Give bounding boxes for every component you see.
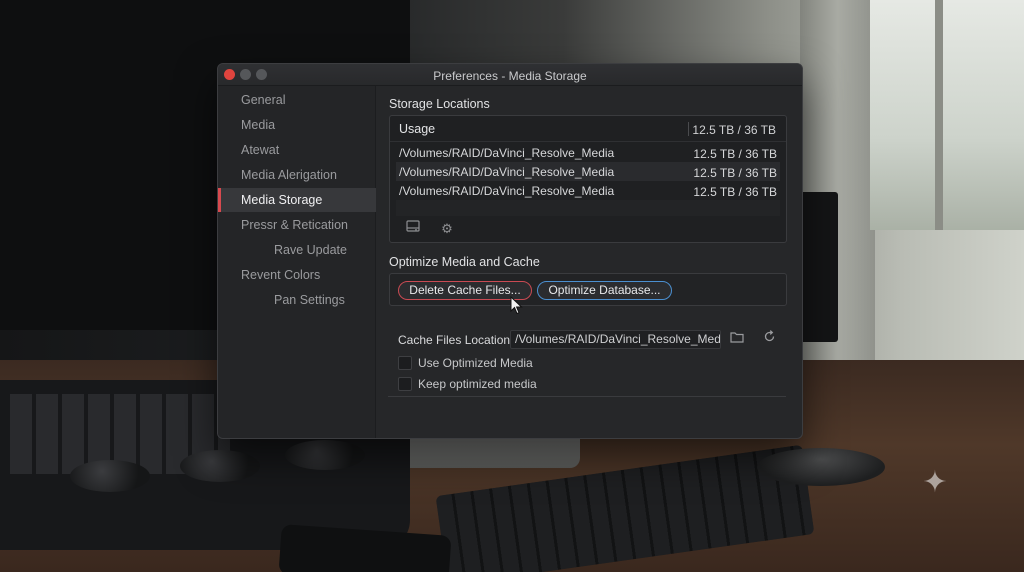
storage-locations-title: Storage Locations [389, 97, 490, 111]
sidebar-item-pressr-retication[interactable]: Pressr & Retication [218, 213, 376, 237]
window-title: Preferences - Media Storage [433, 69, 587, 83]
gear-icon[interactable]: ⚙ [438, 220, 456, 238]
sidebar-item-revent-colors[interactable]: Revent Colors [218, 263, 376, 287]
controller-dial [180, 450, 260, 482]
divider [388, 396, 786, 397]
background-window [870, 0, 1024, 230]
sparkle-icon: ✦ [922, 466, 948, 499]
title-bar[interactable]: Preferences - Media Storage [218, 64, 802, 86]
background-speaker [800, 192, 838, 342]
storage-row[interactable]: /Volumes/RAID/DaVinci_Resolve_Media 12.5… [396, 143, 780, 162]
main-panel: Storage Locations Usage 12.5 TB / 36 TB … [388, 86, 792, 438]
background-mouse [757, 448, 885, 486]
use-optimized-label: Use Optimized Media [418, 356, 533, 370]
optimize-panel: Delete Cache Files... Optimize Database.… [389, 273, 787, 315]
mouse-cursor-icon [510, 296, 523, 315]
controller-dial [285, 440, 365, 470]
sidebar-item-atewat[interactable]: Atewat [218, 138, 376, 162]
sidebar-item-general[interactable]: General [218, 88, 376, 112]
background-window-frame [935, 0, 943, 230]
controller-dial [70, 460, 150, 492]
sidebar-item-media-alerigation[interactable]: Media Alerigation [218, 163, 376, 187]
sidebar-item-media[interactable]: Media [218, 113, 376, 137]
storage-usage: 12.5 TB / 36 TB [693, 166, 777, 180]
storage-row[interactable]: /Volumes/RAID/DaVinci_Resolve_Media 12.5… [396, 181, 780, 200]
storage-list-header: Usage 12.5 TB / 36 TB [390, 116, 786, 142]
sidebar-item-pan-settings[interactable]: Pan Settings [218, 288, 376, 312]
storage-row[interactable]: /Volumes/RAID/DaVinci_Resolve_Media 12.5… [396, 162, 780, 181]
cache-location-field[interactable]: /Volumes/RAID/DaVinci_Resolve_Media [510, 330, 721, 349]
keep-optimized-checkbox[interactable] [398, 377, 412, 391]
keep-optimized-label: Keep optimized media [418, 377, 537, 391]
storage-path: /Volumes/RAID/DaVinci_Resolve_Media [399, 165, 615, 179]
folder-icon[interactable] [728, 330, 746, 348]
optimize-database-button[interactable]: Optimize Database... [537, 281, 672, 300]
sidebar-item-rave-update[interactable]: Rave Update [218, 238, 376, 262]
storage-path: /Volumes/RAID/DaVinci_Resolve_Media [399, 146, 615, 160]
storage-empty-row [396, 200, 780, 216]
cache-location-label: Cache Files Location [398, 333, 511, 347]
sidebar-item-media-storage[interactable]: Media Storage [218, 188, 376, 212]
storage-usage: 12.5 TB / 36 TB [693, 185, 777, 199]
preferences-window: Preferences - Media Storage General Medi… [217, 63, 803, 439]
storage-locations-list: Usage 12.5 TB / 36 TB /Volumes/RAID/DaVi… [389, 115, 787, 243]
reset-icon[interactable] [760, 330, 778, 348]
storage-path: /Volumes/RAID/DaVinci_Resolve_Media [399, 184, 615, 198]
usage-column-header: Usage [399, 122, 436, 136]
optimize-section-title: Optimize Media and Cache [389, 255, 540, 269]
add-drive-icon[interactable] [404, 220, 422, 238]
total-usage-value: 12.5 TB / 36 TB [692, 123, 776, 137]
column-divider[interactable] [688, 122, 689, 136]
storage-usage: 12.5 TB / 36 TB [693, 147, 777, 161]
preferences-sidebar: General Media Atewat Media Alerigation M… [218, 86, 376, 438]
use-optimized-checkbox[interactable] [398, 356, 412, 370]
